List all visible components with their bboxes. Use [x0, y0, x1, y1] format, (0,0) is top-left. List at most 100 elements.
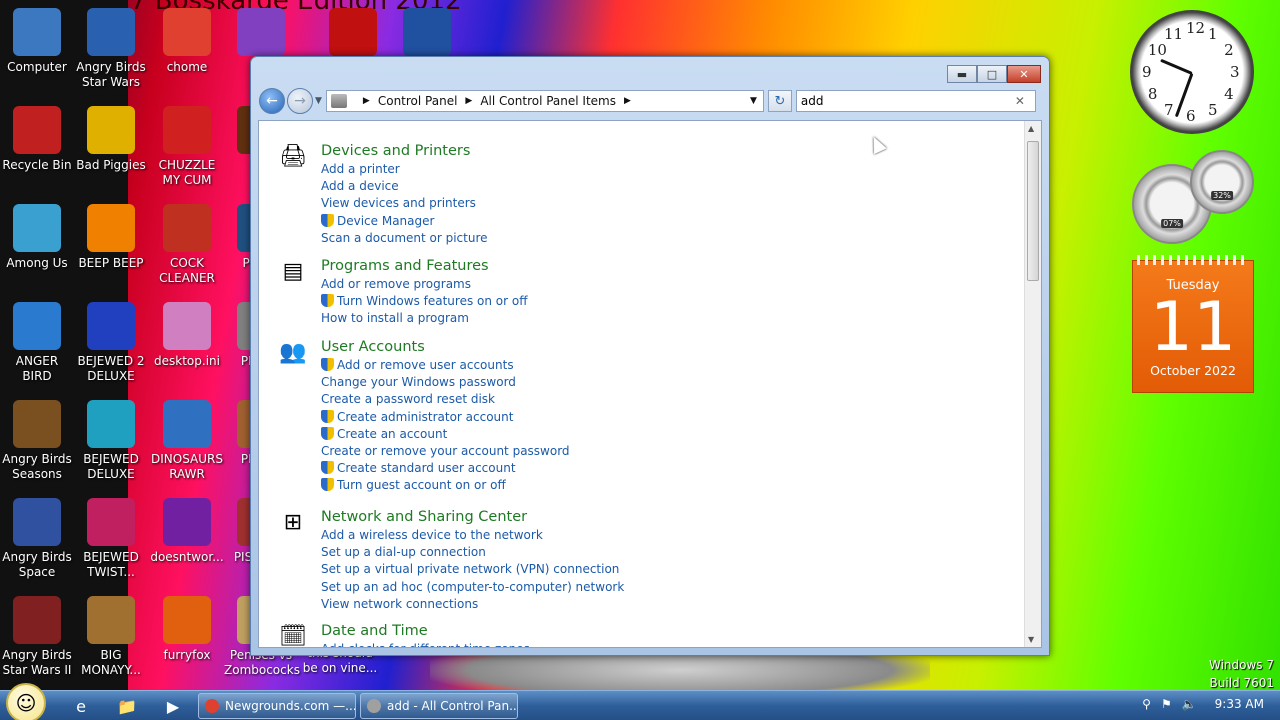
angry-birds-icon[interactable]	[390, 8, 464, 60]
task-link[interactable]: View devices and printers	[321, 195, 821, 212]
network-tray-icon[interactable]: ⚲	[1142, 697, 1151, 711]
close-button[interactable]: ✕	[1007, 65, 1041, 83]
desktop-icon[interactable]: doesntwor...	[150, 498, 224, 565]
address-dropdown-icon[interactable]: ▼	[750, 96, 757, 106]
flash-icon[interactable]	[316, 8, 390, 60]
task-link[interactable]: Set up an ad hoc (computer-to-computer) …	[321, 579, 821, 596]
desktop-icon[interactable]: Angry Birds Star Wars	[74, 8, 148, 90]
dinosaurs-icon	[163, 400, 211, 448]
desktop-icon[interactable]: CHUZZLE MY CUM	[150, 106, 224, 188]
task-link[interactable]: Turn Windows features on or off	[321, 293, 821, 310]
scroll-down-icon[interactable]: ▼	[1028, 635, 1034, 644]
desktop-icon[interactable]: desktop.ini	[150, 302, 224, 369]
desktop-icon[interactable]: Angry Birds Space	[0, 498, 74, 580]
scrollbar-thumb[interactable]	[1027, 141, 1039, 281]
internet-explorer-icon[interactable]: e	[68, 695, 94, 717]
task-link-label: Add a printer	[321, 162, 400, 176]
scroll-up-icon[interactable]: ▲	[1028, 124, 1034, 133]
taskbar-button[interactable]: add - All Control Pan...	[360, 693, 518, 719]
clock-gadget[interactable]: 12 1 2 3 4 5 6 7 8 9 10 11	[1130, 10, 1254, 134]
vertical-scrollbar[interactable]: ▲ ▼	[1024, 121, 1041, 647]
task-link[interactable]: Create administrator account	[321, 409, 821, 426]
desktop-icon[interactable]: Angry Birds Star Wars II	[0, 596, 74, 678]
chevron-right-icon[interactable]: ▶	[363, 96, 370, 106]
desktop-icon[interactable]: Bad Piggies	[74, 106, 148, 173]
task-link-label: Create standard user account	[337, 461, 516, 476]
back-button[interactable]: ←	[259, 88, 285, 114]
chevron-right-icon[interactable]: ▶	[465, 96, 472, 106]
task-link[interactable]: Add a printer	[321, 161, 821, 178]
forward-button[interactable]: →	[287, 88, 313, 114]
task-link[interactable]: Add a wireless device to the network	[321, 527, 821, 544]
task-link[interactable]: Scan a document or picture	[321, 230, 821, 247]
task-link[interactable]: Set up a dial-up connection	[321, 544, 821, 561]
desktop-icon[interactable]: COCK CLEANER	[150, 204, 224, 286]
task-link[interactable]: Create a password reset disk	[321, 391, 821, 408]
task-link[interactable]: Change your Windows password	[321, 374, 821, 391]
desktop-icon[interactable]: furryfox	[150, 596, 224, 663]
tray-clock[interactable]: 9:33 AM	[1215, 697, 1264, 711]
desktop-icon[interactable]: BEEP BEEP	[74, 204, 148, 271]
task-link-label: Set up a virtual private network (VPN) c…	[321, 562, 620, 577]
calendar-gadget[interactable]: Tuesday 11 October 2022	[1132, 255, 1254, 393]
category-title[interactable]: Devices and Printers	[321, 141, 821, 161]
desktop-icon[interactable]: BIG MONAYY...	[74, 596, 148, 678]
chevron-right-icon[interactable]: ▶	[624, 96, 631, 106]
address-bar[interactable]: ▶ Control Panel ▶ All Control Panel Item…	[325, 90, 764, 112]
desktop-icon[interactable]: BEJEWED 2 DELUXE	[74, 302, 148, 384]
angry-birds-icon	[403, 8, 451, 56]
desktop-icon[interactable]: Computer	[0, 8, 74, 75]
task-link[interactable]: View network connections	[321, 596, 821, 613]
task-link[interactable]: Create standard user account	[321, 460, 821, 477]
file-explorer-icon[interactable]: 📁	[114, 695, 140, 717]
media-player-icon[interactable]: ▶	[160, 695, 186, 717]
desktop-icon-label: BEJEWED DELUXE	[83, 452, 139, 481]
refresh-button[interactable]: ↻	[767, 90, 792, 112]
control-panel-window[interactable]: ▬ □ ✕ ← → ▼ ▶ Control Panel ▶ All Contro…	[250, 56, 1050, 656]
task-link-label: Scan a document or picture	[321, 230, 488, 245]
task-link[interactable]: Add clocks for different time zones	[321, 641, 821, 647]
clear-search-icon[interactable]: ✕	[1015, 94, 1031, 108]
action-center-icon[interactable]: ⚑	[1161, 697, 1172, 711]
uac-shield-icon	[321, 294, 334, 308]
ram-gauge[interactable]: 32%	[1190, 150, 1254, 214]
task-link-label: Create administrator account	[337, 409, 514, 424]
minimize-button[interactable]: ▬	[947, 65, 977, 83]
category-title[interactable]: User Accounts	[321, 337, 821, 357]
desktop-icon[interactable]: BEJEWED DELUXE	[74, 400, 148, 482]
task-link[interactable]: Add or remove user accounts	[321, 357, 821, 374]
task-link[interactable]: Create or remove your account password	[321, 443, 821, 460]
task-link[interactable]: How to install a program	[321, 310, 821, 327]
task-link[interactable]: Set up a virtual private network (VPN) c…	[321, 561, 821, 578]
task-link-label: Create a password reset disk	[321, 392, 495, 407]
task-link[interactable]: Device Manager	[321, 213, 821, 230]
desktop-icon[interactable]: ANGER BIRD	[0, 302, 74, 384]
desktop-icon-label: furryfox	[163, 648, 211, 662]
search-input[interactable]	[800, 94, 1015, 108]
recent-pages-icon[interactable]: ▼	[315, 96, 322, 106]
angry-birds-star-wars-ii-icon	[13, 596, 61, 644]
taskbar-button[interactable]: Newgrounds.com —...	[198, 693, 356, 719]
desktop-icon-label: chome	[166, 60, 208, 74]
maximize-button[interactable]: □	[977, 65, 1007, 83]
desktop-icon[interactable]: DINOSAURS RAWR	[150, 400, 224, 482]
system-tray: ⚲ ⚑ 🔈 9:33 AM	[1132, 697, 1264, 711]
desktop-icon[interactable]: BEJEWED TWIST...	[74, 498, 148, 580]
breadcrumb-all-items[interactable]: All Control Panel Items	[480, 94, 616, 108]
desktop-icon[interactable]: Angry Birds Seasons	[0, 400, 74, 482]
category-title[interactable]: Programs and Features	[321, 256, 821, 276]
task-link[interactable]: Create an account	[321, 426, 821, 443]
breadcrumb-control-panel[interactable]: Control Panel	[378, 94, 458, 108]
category-title[interactable]: Network and Sharing Center	[321, 507, 821, 527]
desktop-icon[interactable]: Recycle Bin	[0, 106, 74, 173]
task-link[interactable]: Add or remove programs	[321, 276, 821, 293]
search-box[interactable]: ✕	[795, 90, 1036, 112]
game-icon	[237, 8, 285, 56]
desktop-icon[interactable]: Among Us	[0, 204, 74, 271]
desktop-icon[interactable]: chome	[150, 8, 224, 75]
category-title[interactable]: Date and Time	[321, 621, 821, 641]
task-link[interactable]: Turn guest account on or off	[321, 477, 821, 494]
task-link[interactable]: Add a device	[321, 178, 821, 195]
start-button[interactable]: ☺	[6, 683, 46, 720]
volume-icon[interactable]: 🔈	[1182, 697, 1197, 711]
